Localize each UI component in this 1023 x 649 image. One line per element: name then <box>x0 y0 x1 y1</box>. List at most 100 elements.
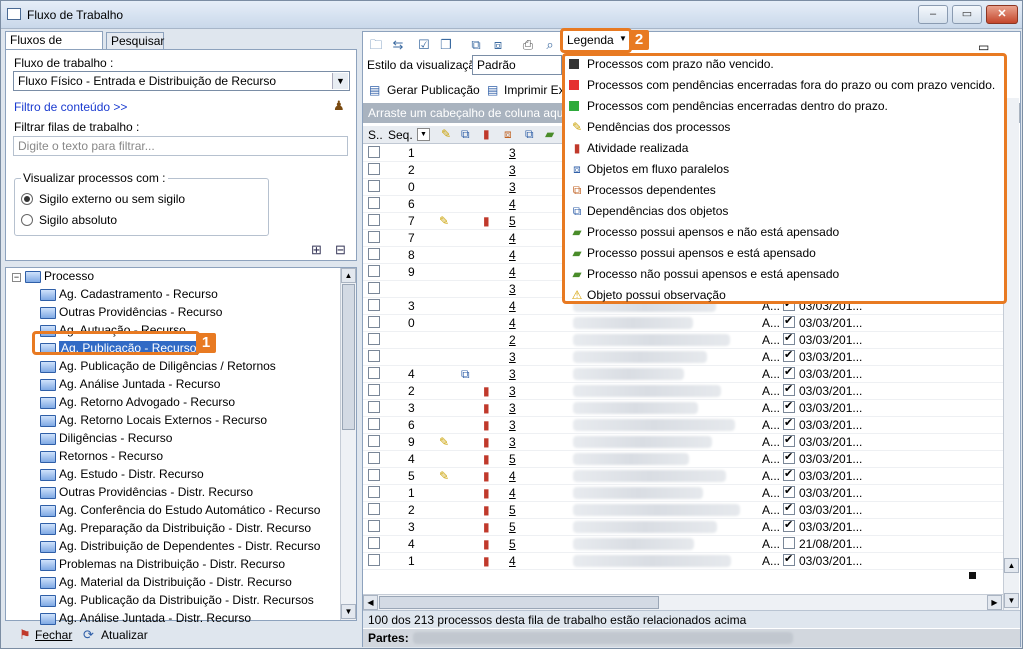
dependents-icon[interactable]: ⧉ <box>467 36 485 54</box>
row-date-checkbox[interactable] <box>783 314 795 328</box>
col-parallel-icon[interactable]: ⧈ <box>504 127 512 142</box>
row-checkbox[interactable] <box>368 231 380 243</box>
grid-hscrollbar[interactable]: ◀ ▶ <box>363 594 1003 610</box>
row-link[interactable]: 4 <box>509 265 516 279</box>
tree-item[interactable]: Diligências - Recurso <box>40 430 172 448</box>
legend-item[interactable]: ▰ Processo não possui apensos e está apen… <box>569 264 839 284</box>
row-date-checkbox[interactable] <box>783 331 795 345</box>
row-date-checkbox[interactable] <box>783 467 795 481</box>
row-link[interactable]: 5 <box>509 452 516 466</box>
col-dependent-icon[interactable]: ⧉ <box>461 127 470 142</box>
col-status-header[interactable]: S.. <box>368 128 383 142</box>
row-checkbox[interactable] <box>368 401 380 413</box>
row-date-checkbox[interactable] <box>783 365 795 379</box>
row-checkbox[interactable] <box>368 214 380 226</box>
search-icon[interactable]: ⌕ <box>541 36 559 54</box>
tree-item[interactable]: Ag. Cadastramento - Recurso <box>40 286 218 304</box>
tree-item[interactable]: Outras Providências - Recurso <box>40 304 222 322</box>
legend-item[interactable]: ▮ Atividade realizada <box>569 138 689 158</box>
row-link[interactable]: 3 <box>509 350 516 364</box>
row-link[interactable]: 3 <box>509 282 516 296</box>
row-link[interactable]: 4 <box>509 197 516 211</box>
row-checkbox[interactable] <box>368 384 380 396</box>
scroll-thumb[interactable] <box>342 284 355 430</box>
legend-item[interactable]: ⚠ Objeto possui observação <box>569 285 726 305</box>
print-excerpt-button[interactable]: Imprimir Ex <box>504 83 565 97</box>
tree-item[interactable]: Ag. Preparação da Distribuição - Distr. … <box>40 520 311 538</box>
generate-publication-button[interactable]: Gerar Publicação <box>387 83 480 97</box>
row-link[interactable]: 3 <box>509 401 516 415</box>
row-checkbox[interactable] <box>368 435 380 447</box>
row-date-checkbox[interactable] <box>783 416 795 430</box>
workflow-select[interactable]: Fluxo Físico - Entrada e Distribuição de… <box>13 71 350 91</box>
minimize-button[interactable]: – <box>918 5 948 24</box>
content-filter-link[interactable]: Filtro de conteúdo >> <box>14 100 127 114</box>
legend-item[interactable]: ⧉ Dependências dos objetos <box>569 201 729 221</box>
row-checkbox[interactable] <box>368 146 380 158</box>
row-date-checkbox[interactable] <box>783 484 795 498</box>
print-icon[interactable]: ⎙ <box>519 36 537 54</box>
radio-external-secrecy[interactable] <box>21 193 33 205</box>
col-seq-header[interactable]: Seq. <box>388 128 413 142</box>
tree-item[interactable]: Problemas na Distribuição - Distr. Recur… <box>40 556 285 574</box>
tree-item[interactable]: Ag. Publicação da Distribuição - Distr. … <box>40 592 314 610</box>
queue-filter-input[interactable]: Digite o texto para filtrar... <box>13 136 348 156</box>
row-checkbox[interactable] <box>368 486 380 498</box>
row-checkbox[interactable] <box>368 469 380 481</box>
row-checkbox[interactable] <box>368 452 380 464</box>
view-toggle-icon[interactable]: ▭ <box>978 40 989 54</box>
row-date-checkbox[interactable] <box>783 552 795 566</box>
chevron-down-icon[interactable]: ▼ <box>332 73 348 89</box>
row-date-checkbox[interactable] <box>783 450 795 464</box>
tree-item[interactable]: Outras Providências - Distr. Recurso <box>40 484 253 502</box>
row-link[interactable]: 4 <box>509 316 516 330</box>
row-date-checkbox[interactable] <box>783 501 795 515</box>
flag-icon[interactable]: ⚑ <box>19 627 31 643</box>
row-link[interactable]: 3 <box>509 146 516 160</box>
row-checkbox[interactable] <box>368 180 380 192</box>
close-button[interactable]: ✕ <box>986 5 1018 24</box>
maximize-button[interactable]: ▭ <box>952 5 982 24</box>
tree-item[interactable]: Ag. Distribuição de Dependentes - Distr.… <box>40 538 320 556</box>
tree-item[interactable]: Ag. Retorno Locais Externos - Recurso <box>40 412 267 430</box>
row-checkbox[interactable] <box>368 265 380 277</box>
refresh-icon[interactable]: ⟳ <box>83 627 94 643</box>
legend-item[interactable]: ⧉ Processos dependentes <box>569 180 716 200</box>
scroll-right-icon[interactable]: ▶ <box>987 595 1002 610</box>
tree-item[interactable]: Ag. Publicação de Diligências / Retornos <box>40 358 276 376</box>
row-checkbox[interactable] <box>368 520 380 532</box>
tab-search[interactable]: Pesquisar <box>106 32 164 49</box>
legend-button[interactable]: Legenda ▼ <box>560 28 632 53</box>
row-checkbox[interactable] <box>368 503 380 515</box>
scroll-up-icon[interactable]: ▲ <box>1004 558 1019 573</box>
row-link[interactable]: 5 <box>509 537 516 551</box>
row-checkbox[interactable] <box>368 316 380 328</box>
open-folder-icon[interactable]: 🗀 <box>367 36 385 54</box>
tree-scrollbar[interactable]: ▲ ▼ <box>340 268 356 620</box>
scroll-left-icon[interactable]: ◀ <box>363 595 378 610</box>
row-checkbox[interactable] <box>368 418 380 430</box>
row-checkbox[interactable] <box>368 197 380 209</box>
row-checkbox[interactable] <box>368 350 380 362</box>
close-panel-button[interactable]: Fechar <box>35 628 72 642</box>
row-date-checkbox[interactable] <box>783 348 795 362</box>
tree-item[interactable]: Retornos - Recurso <box>40 448 163 466</box>
row-checkbox[interactable] <box>368 282 380 294</box>
row-link[interactable]: 4 <box>509 299 516 313</box>
row-link[interactable]: 3 <box>509 367 516 381</box>
row-date-checkbox[interactable] <box>783 433 795 447</box>
row-link[interactable]: 4 <box>509 231 516 245</box>
row-link[interactable]: 5 <box>509 214 516 228</box>
attach-icon[interactable]: ⧈ <box>489 36 507 54</box>
legend-item[interactable]: ▰ Processo possui apensos e está apensado <box>569 243 815 263</box>
row-date-checkbox[interactable] <box>783 399 795 413</box>
copy-icon[interactable]: ❐ <box>437 36 455 54</box>
hscroll-thumb[interactable] <box>379 596 659 609</box>
col-objdep-icon[interactable]: ⧉ <box>525 127 534 142</box>
row-checkbox[interactable] <box>368 537 380 549</box>
row-checkbox[interactable] <box>368 163 380 175</box>
col-pending-icon[interactable]: ✎ <box>441 127 451 141</box>
row-date-checkbox[interactable] <box>783 518 795 532</box>
expand-tree-icon[interactable]: ⊞ <box>311 242 322 258</box>
row-link[interactable]: 4 <box>509 486 516 500</box>
